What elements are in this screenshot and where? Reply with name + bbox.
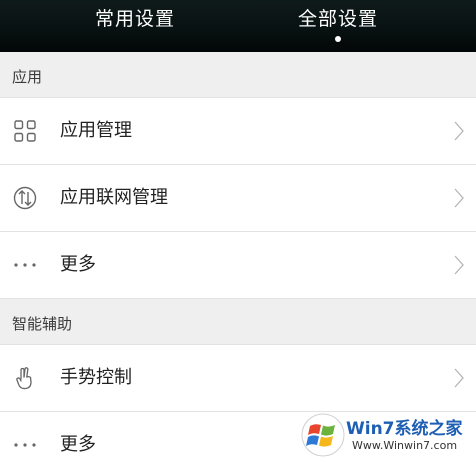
list-item-more-apps[interactable]: 更多 [0,232,476,299]
tab-all-settings[interactable]: 全部设置 [258,0,418,52]
list-item-app-network-management[interactable]: 应用联网管理 [0,165,476,232]
top-tab-bar: 常用设置 全部设置 [0,0,476,52]
more-dots-icon [14,443,36,447]
section-header-smart-assist: 智能辅助 [0,299,476,345]
chevron-right-icon [454,188,464,208]
chevron-right-icon [454,121,464,141]
section-header-apps: 应用 [0,52,476,98]
grid-icon [14,120,36,142]
section-title-smart-assist: 智能辅助 [12,315,73,333]
tab-all-settings-label: 全部设置 [297,8,378,30]
list-item-label: 手势控制 [60,367,132,388]
tab-common-settings-label: 常用设置 [94,8,175,30]
more-dots-icon [14,263,36,267]
list-item-label: 应用联网管理 [60,187,168,208]
section-title-apps: 应用 [12,68,43,86]
chevron-right-icon [454,255,464,275]
chevron-right-icon [454,368,464,388]
watermark: Win7系统之家 Www.Winwin7.com [276,410,476,462]
hand-gesture-icon [16,367,32,390]
windows-logo-icon [301,413,345,457]
list-item-label: 应用管理 [60,120,132,141]
list-item-gesture-control[interactable]: 手势控制 [0,345,476,412]
tab-common-settings[interactable]: 常用设置 [55,0,215,52]
list-item-label: 更多 [60,434,96,455]
network-arrows-icon [13,186,37,210]
list-item-app-management[interactable]: 应用管理 [0,98,476,165]
watermark-url: Www.Winwin7.com [352,439,458,452]
list-item-label: 更多 [60,254,96,275]
watermark-text: Win7系统之家 [346,419,463,439]
active-tab-indicator [335,36,341,42]
